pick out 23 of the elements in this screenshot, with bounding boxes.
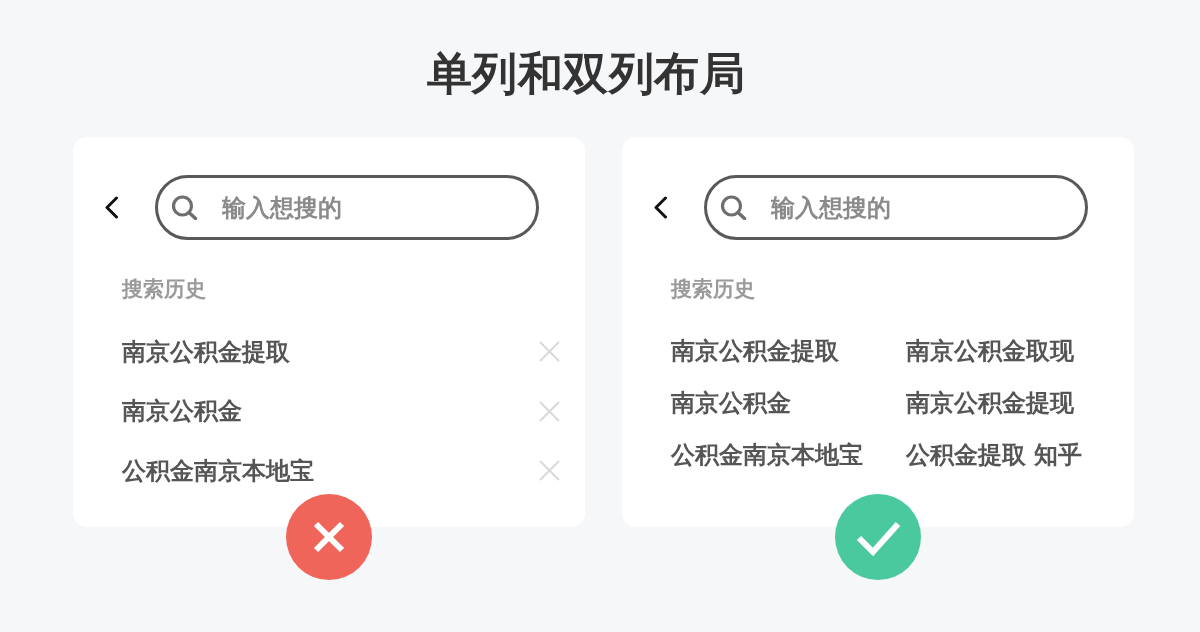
search-input[interactable]: 输入想搜的 [771,189,1051,226]
back-icon[interactable] [653,196,668,219]
history-item[interactable]: 南京公积金 [671,388,791,418]
close-icon[interactable] [539,400,560,422]
history-item[interactable]: 南京公积金提现 [906,388,1074,418]
back-icon[interactable] [104,196,119,219]
search-input[interactable]: 输入想搜的 [222,189,502,226]
search-icon [720,195,747,220]
close-icon[interactable] [539,341,560,363]
history-item[interactable]: 南京公积金取现 [906,336,1074,366]
section-heading: 搜索历史 [671,277,756,301]
search-field[interactable]: 输入想搜的 [155,175,539,240]
history-item[interactable]: 公积金南京本地宝 [122,455,314,486]
history-item[interactable]: 公积金提取 知乎 [906,440,1083,470]
search-icon [171,195,198,220]
section-heading: 搜索历史 [122,277,207,301]
history-item[interactable]: 南京公积金 [122,396,242,427]
history-item[interactable]: 南京公积金提取 [122,336,290,367]
close-icon[interactable] [539,460,560,482]
page-title: 单列和双列布局 [425,46,747,102]
history-item[interactable]: 南京公积金提取 [671,336,839,366]
history-item[interactable]: 公积金南京本地宝 [671,440,863,470]
search-field[interactable]: 输入想搜的 [704,175,1088,240]
